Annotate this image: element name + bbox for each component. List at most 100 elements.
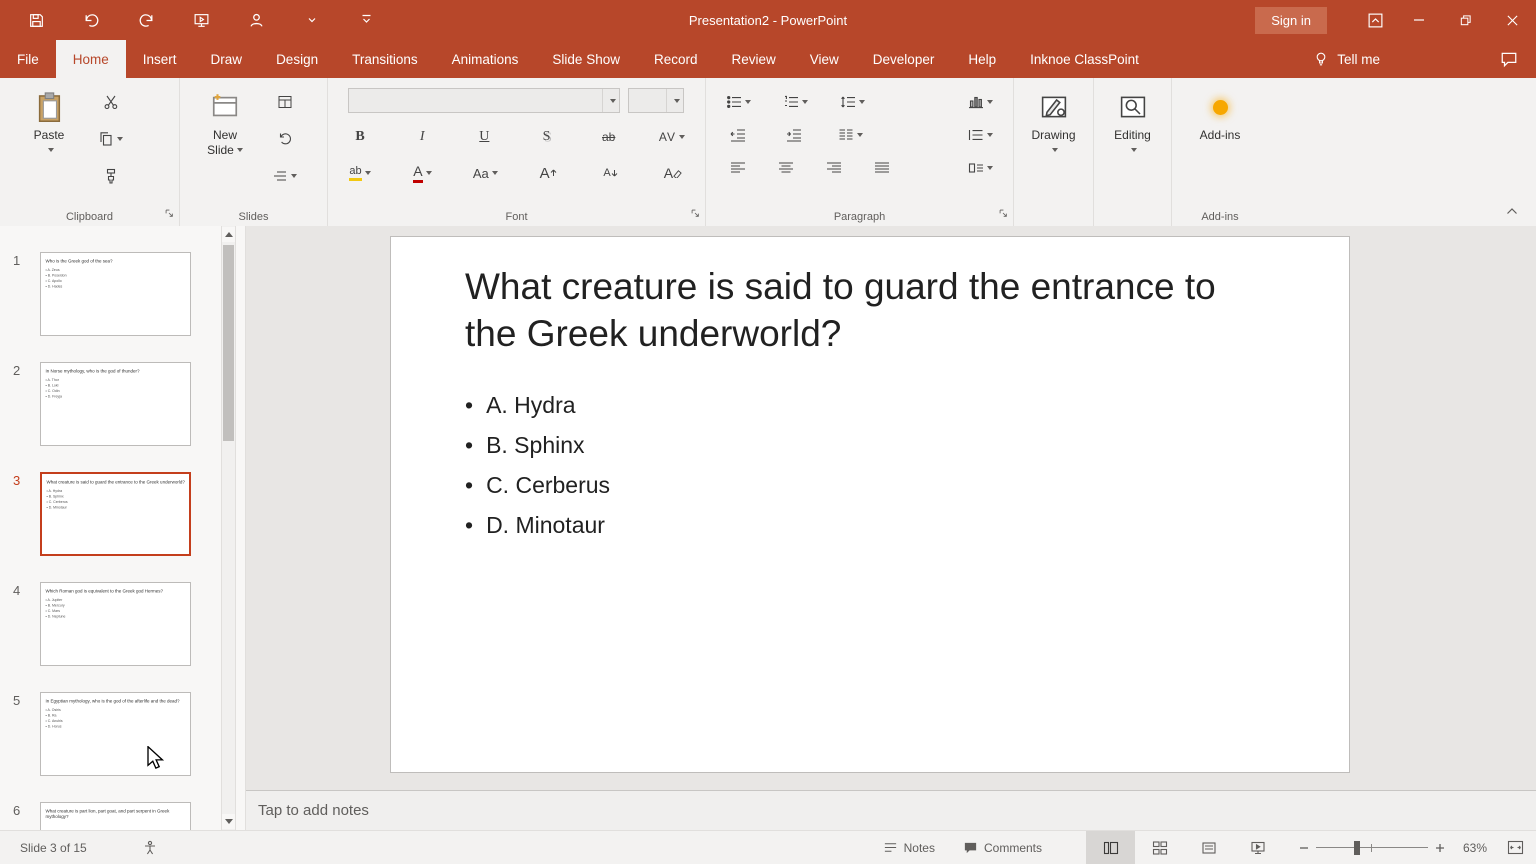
decrease-font-size-button[interactable]: A [599,161,623,185]
addins-button[interactable]: Add-ins [1191,86,1249,143]
user-presence-icon[interactable] [248,12,265,29]
decrease-indent-button[interactable] [726,123,750,147]
align-text-button[interactable] [968,123,993,147]
font-size-select[interactable] [628,88,684,113]
tab-record[interactable]: Record [637,40,715,78]
clipboard-dialog-launcher-icon[interactable] [164,205,174,223]
notes-toggle-button[interactable]: Notes [869,831,949,864]
cut-button[interactable] [98,90,123,114]
paste-button[interactable]: Paste [20,86,78,206]
slide-thumbnail-preview[interactable]: Which Roman god is equivalent to the Gre… [40,582,191,666]
align-right-button[interactable] [822,156,846,180]
tab-transitions[interactable]: Transitions [335,40,435,78]
editing-button[interactable]: Editing [1104,86,1162,158]
align-center-button[interactable] [774,156,798,180]
justify-button[interactable] [870,156,894,180]
numbering-button[interactable] [783,90,808,114]
slide-thumbnail-preview[interactable]: Who is the Greek god of the sea? • A. Zeu… [40,252,191,336]
increase-indent-button[interactable] [782,123,806,147]
tab-help[interactable]: Help [951,40,1013,78]
slide-sorter-view-button[interactable] [1135,831,1184,864]
close-button[interactable] [1489,0,1536,40]
format-painter-button[interactable] [98,164,123,188]
underline-button[interactable]: U [472,125,496,149]
tell-me[interactable]: Tell me [1313,40,1500,78]
feedback-comment-icon[interactable] [1500,40,1536,78]
undo-icon[interactable] [83,12,100,29]
slide-thumbnail-preview[interactable]: What creature is part lion, part goat, a… [40,802,191,830]
zoom-level[interactable]: 63% [1452,841,1498,855]
zoom-out-icon[interactable] [1292,831,1316,864]
text-shadow-button[interactable]: S [535,125,559,149]
slideshow-view-button[interactable] [1233,831,1282,864]
fit-slide-to-window-icon[interactable] [1498,831,1532,864]
presence-chevron-icon[interactable] [303,12,320,29]
slide-thumbnail-4[interactable]: 4 Which Roman god is equivalent to the Gr… [0,582,245,666]
notes-pane[interactable]: Tap to add notes [246,790,1536,830]
clear-formatting-button[interactable]: A [661,161,685,185]
slide-title-textbox[interactable]: What creature is said to guard the entra… [465,263,1255,357]
slide-thumbnail-3[interactable]: 3 What creature is said to guard the entr… [0,472,245,556]
collapse-ribbon-icon[interactable] [1506,202,1518,220]
slide-thumbnail-2[interactable]: 2 In Norse mythology, who is the god of t… [0,362,245,446]
slide-thumbnail-preview[interactable]: In Norse mythology, who is the god of th… [40,362,191,446]
section-button[interactable] [272,164,297,188]
tab-slide-show[interactable]: Slide Show [535,40,637,78]
comments-toggle-button[interactable]: Comments [949,831,1056,864]
zoom-in-icon[interactable] [1428,831,1452,864]
slide-body-textbox[interactable]: A. HydraB. SphinxC. CerberusD. Minotaur [465,385,610,545]
scroll-up-icon[interactable] [222,227,235,242]
drawing-button[interactable]: Drawing [1025,86,1083,158]
columns-button[interactable] [838,123,863,147]
align-left-button[interactable] [726,156,750,180]
slide-thumbnail-preview[interactable]: In Egyptian mythology, who is the god of… [40,692,191,776]
slide-thumbnail-preview[interactable]: What creature is said to guard the entra… [40,472,191,556]
scrollbar-thumb[interactable] [223,245,234,441]
tab-insert[interactable]: Insert [126,40,194,78]
save-icon[interactable] [28,12,45,29]
redo-icon[interactable] [138,12,155,29]
tab-developer[interactable]: Developer [856,40,952,78]
slide-thumbnail-1[interactable]: 1 Who is the Greek god of the sea? • A. Ze… [0,252,245,336]
tab-draw[interactable]: Draw [194,40,260,78]
qat-customize-icon[interactable] [358,12,375,29]
font-color-button[interactable]: A [410,161,434,185]
slide-canvas[interactable]: What creature is said to guard the entra… [390,236,1350,773]
paragraph-dialog-launcher-icon[interactable] [998,205,1008,223]
strikethrough-button[interactable]: ab [597,125,621,149]
tab-inknoe-classpoint[interactable]: Inknoe ClassPoint [1013,40,1156,78]
font-dialog-launcher-icon[interactable] [690,205,700,223]
bullets-button[interactable] [726,90,751,114]
sign-in-button[interactable]: Sign in [1255,6,1327,34]
slide-thumbnail-6[interactable]: 6 What creature is part lion, part goat, … [0,802,245,830]
tab-review[interactable]: Review [715,40,793,78]
increase-font-size-button[interactable]: A [536,161,560,185]
character-spacing-button[interactable]: AV [659,125,685,149]
bold-button[interactable]: B [348,125,372,149]
start-slideshow-icon[interactable] [193,12,210,29]
font-name-select[interactable] [348,88,620,113]
slide-thumbnail-5[interactable]: 5 In Egyptian mythology, who is the god o… [0,692,245,776]
reset-slide-button[interactable] [272,127,297,151]
tab-view[interactable]: View [793,40,856,78]
normal-view-button[interactable] [1086,831,1135,864]
text-highlight-button[interactable]: ab [348,161,372,185]
tab-file[interactable]: File [0,40,56,78]
minimize-button[interactable] [1395,0,1442,40]
tab-animations[interactable]: Animations [435,40,536,78]
text-direction-button[interactable] [968,90,993,114]
convert-to-smartart-button[interactable] [968,156,993,180]
scroll-down-icon[interactable] [222,814,235,829]
change-case-button[interactable]: Aa [473,161,498,185]
ribbon-display-options-icon[interactable] [1355,0,1395,40]
tab-design[interactable]: Design [259,40,335,78]
italic-button[interactable]: I [410,125,434,149]
maximize-restore-button[interactable] [1442,0,1489,40]
tab-home[interactable]: Home [55,40,126,78]
accessibility-checker-icon[interactable] [142,840,158,856]
thumbnail-scrollbar[interactable] [221,226,236,830]
line-spacing-button[interactable] [840,90,865,114]
reading-view-button[interactable] [1184,831,1233,864]
copy-button[interactable] [98,127,123,151]
slide-layout-button[interactable] [272,90,297,114]
